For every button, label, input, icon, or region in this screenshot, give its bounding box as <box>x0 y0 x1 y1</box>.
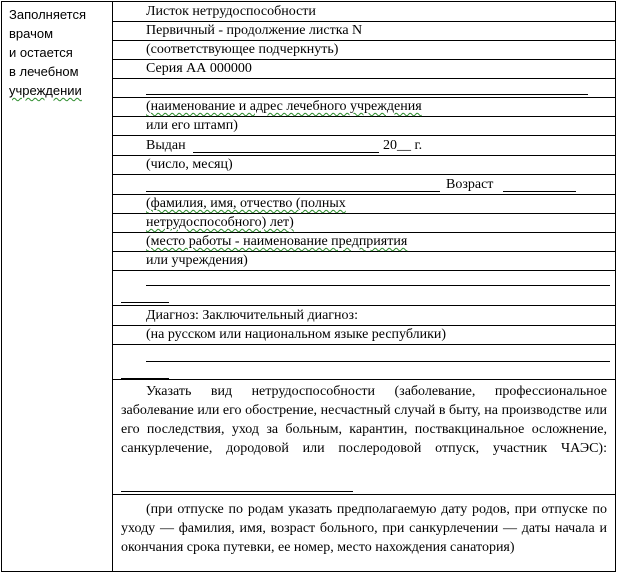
age-label: Возраст <box>446 177 494 192</box>
year-label: 20__ г. <box>383 138 423 153</box>
row-name-hint: (фамилия, имя, отчество (полных <box>113 195 615 214</box>
row-institution-hint: (наименование и адрес лечебного учрежден… <box>113 98 615 117</box>
diagnosis-field[interactable] <box>146 361 610 362</box>
form-table: Заполняется врачом и остается в лечебном… <box>1 1 616 572</box>
row-work-hint-2: или учреждения) <box>113 252 615 271</box>
left-column-note: Заполняется врачом и остается в лечебном… <box>9 5 109 100</box>
institution-hint-2: или его штамп) <box>146 118 238 133</box>
incapacity-type-text: Указать вид нетрудоспособности (заболева… <box>121 384 607 456</box>
left-note-line-5: учреждении <box>9 83 82 98</box>
leave-details-text: (при отпуске по родам указать предполага… <box>121 502 607 555</box>
diagnosis-hint: (на русском или национальном языке респу… <box>146 327 447 342</box>
date-hint: (число, месяц) <box>146 157 233 172</box>
row-institution-blank <box>113 79 615 98</box>
series-number: Серия АА 000000 <box>146 61 252 76</box>
row-work-hint: (место работы - наименование предприятия <box>113 233 615 252</box>
underline-note: (соответствующее подчеркнуть) <box>146 42 339 57</box>
row-diagnosis-blank <box>113 345 615 380</box>
patient-name-field[interactable] <box>146 191 440 192</box>
row-diagnosis-hint: (на русском или национальном языке респу… <box>113 326 615 345</box>
institution-hint-1: (наименование и адрес лечебного учрежден… <box>146 99 422 114</box>
workplace-field-continued[interactable] <box>121 302 169 303</box>
diagnosis-label: Диагноз: Заключительный диагноз: <box>146 308 358 323</box>
workplace-field[interactable] <box>146 285 610 286</box>
name-hint-1: (фамилия, имя, отчество (полных <box>146 196 346 211</box>
left-note-line-3: и остается <box>9 45 73 60</box>
issued-label: Выдан <box>146 138 186 153</box>
form-title: Листок нетрудоспособности <box>146 4 316 19</box>
institution-field[interactable] <box>146 94 588 95</box>
row-diagnosis: Диагноз: Заключительный диагноз: <box>113 306 615 326</box>
left-note-line-2: врачом <box>9 26 54 41</box>
primary-continuation: Первичный - продолжение листка N <box>146 23 363 38</box>
incapacity-type-field[interactable] <box>121 491 353 492</box>
left-note-line-1: Заполняется <box>9 7 87 22</box>
row-institution-hint-2: или его штамп) <box>113 117 615 136</box>
issued-date-field[interactable] <box>193 152 379 153</box>
name-hint-2: нетрудоспособного) лет) <box>146 215 294 230</box>
row-date-hint: (число, месяц) <box>113 156 615 175</box>
row-title: Листок нетрудоспособности <box>113 2 615 22</box>
work-hint-2: или учреждения) <box>146 253 248 268</box>
row-work-blank <box>113 271 615 306</box>
row-primary: Первичный - продолжение листка N <box>113 22 615 41</box>
row-name-age: Возраст <box>113 175 615 195</box>
work-hint-1: (место работы - наименование предприятия <box>146 234 408 249</box>
row-leave-details: (при отпуске по родам указать предполага… <box>113 495 615 573</box>
row-issued: Выдан 20__ г. <box>113 136 615 156</box>
diagnosis-field-continued[interactable] <box>121 378 169 379</box>
row-name-hint-2: нетрудоспособного) лет) <box>113 214 615 233</box>
age-field[interactable] <box>503 191 576 192</box>
row-incapacity-type: Указать вид нетрудоспособности (заболева… <box>113 380 615 495</box>
row-underline-note: (соответствующее подчеркнуть) <box>113 41 615 60</box>
row-series: Серия АА 000000 <box>113 60 615 79</box>
left-note-line-4: в лечебном <box>9 64 79 79</box>
